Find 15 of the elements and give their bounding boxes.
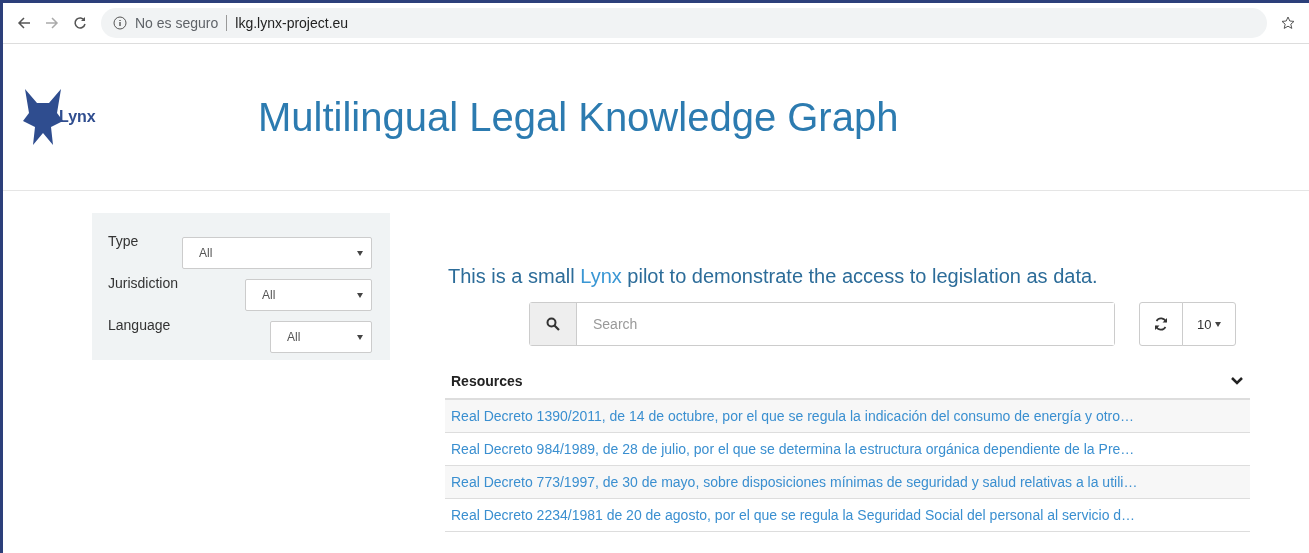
filter-label: Type bbox=[108, 233, 139, 249]
filter-select[interactable]: All bbox=[270, 321, 372, 353]
column-header: Resources bbox=[451, 373, 523, 389]
intro-sentence: This is a small Lynx pilot to demonstrate the access to legislation as data. bbox=[448, 265, 1099, 288]
search-field[interactable]: Search bbox=[529, 302, 1115, 346]
filter-label: Language bbox=[108, 317, 171, 333]
address-bar[interactable]: No es seguro lkg.lynx-project.eu bbox=[101, 8, 1267, 38]
filter-label: Jurisdiction bbox=[108, 275, 179, 291]
security-label: No es seguro bbox=[135, 15, 219, 31]
logo-text: Lynx bbox=[59, 108, 96, 126]
filter-select[interactable]: All bbox=[182, 237, 372, 269]
page-size-dropdown[interactable]: 10 bbox=[1182, 302, 1237, 346]
url-text: lkg.lynx-project.eu bbox=[235, 15, 349, 31]
filter-select[interactable]: All bbox=[245, 279, 372, 311]
page-title: Multilingual Legal Knowledge Graph bbox=[258, 94, 899, 140]
